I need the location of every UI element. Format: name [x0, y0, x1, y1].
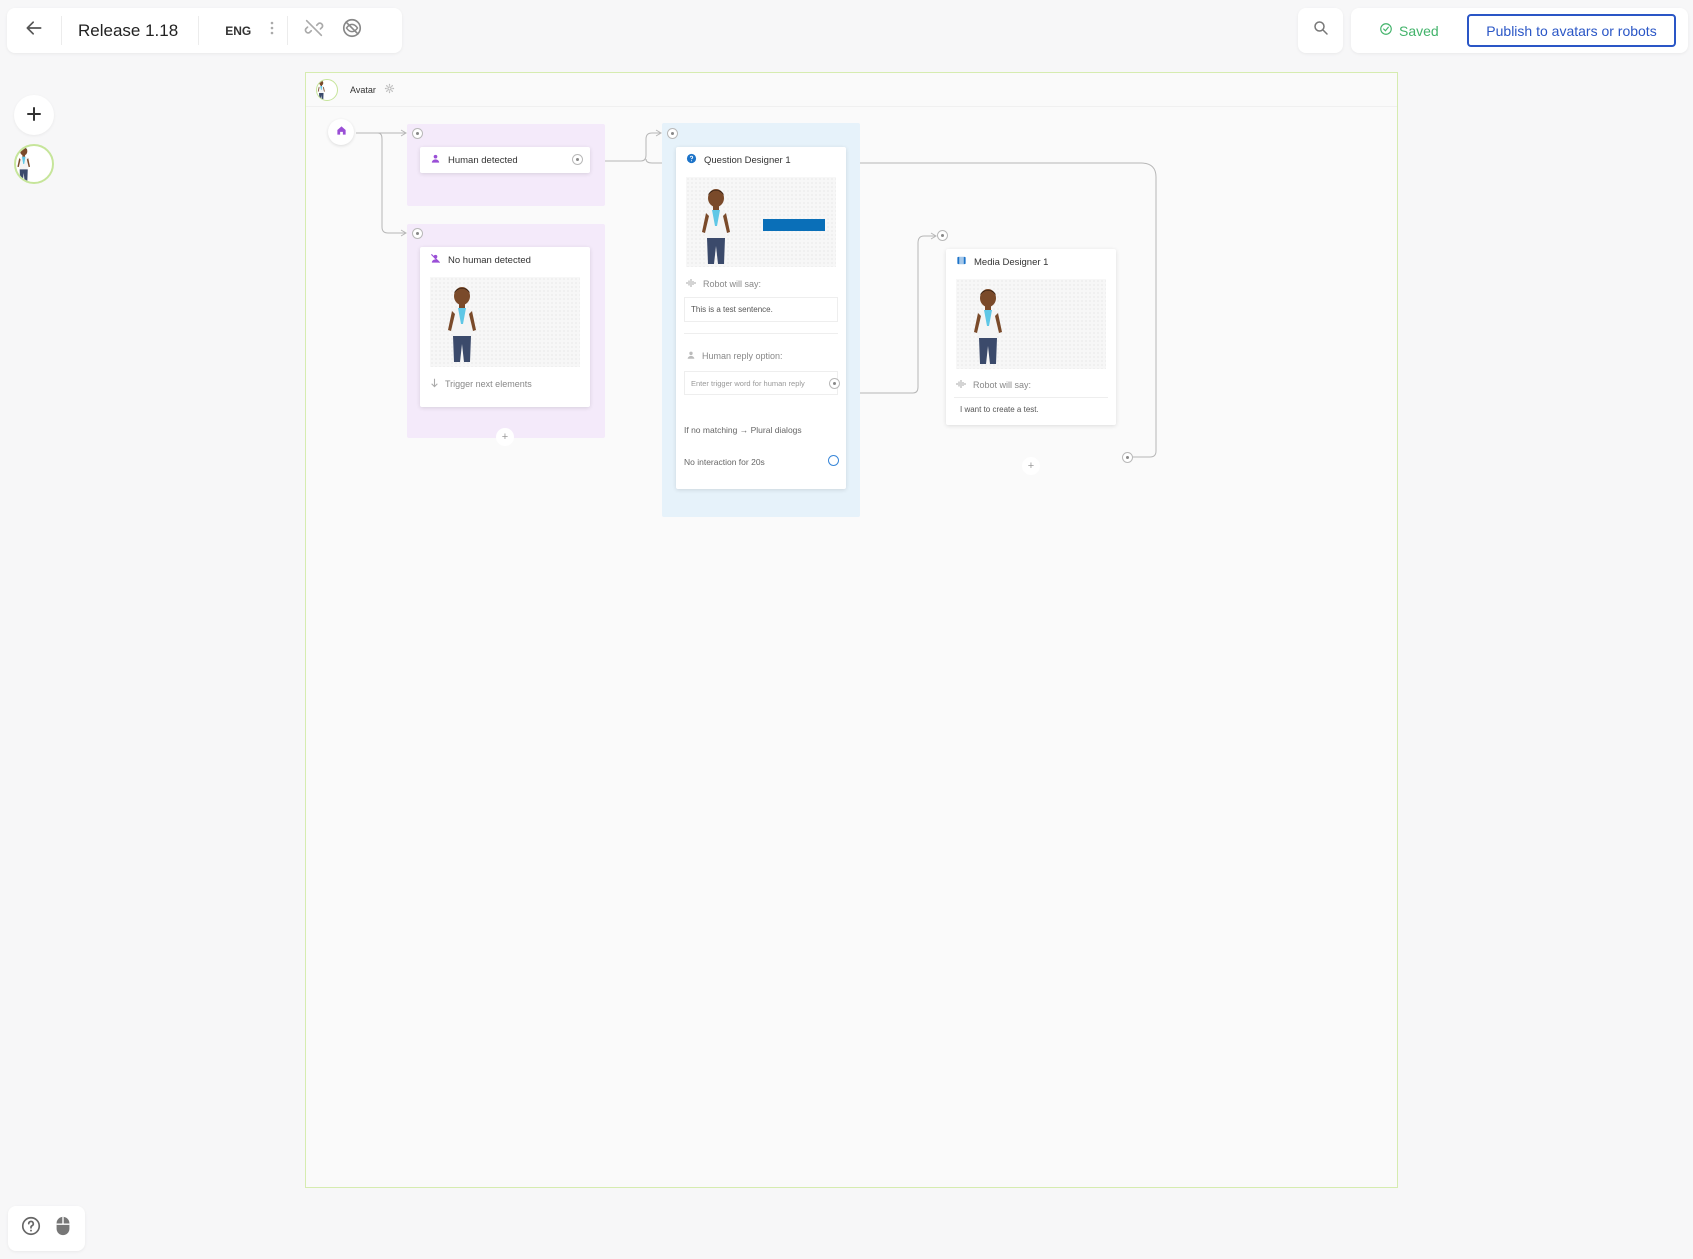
trigger-label: Trigger next elements: [445, 379, 532, 389]
divider: [287, 16, 289, 45]
arrow-down-icon: [430, 378, 439, 390]
flow-canvas[interactable]: Avatar Human detected No human detected …: [305, 72, 1398, 1188]
add-avatar-button[interactable]: [14, 95, 54, 135]
link-off-icon: [303, 17, 325, 44]
home-icon: [336, 123, 347, 141]
avatar-figure-icon: [968, 285, 1008, 367]
media-designer-card[interactable]: Media Designer 1 Robot will say: I want …: [946, 249, 1116, 425]
plus-icon: [26, 102, 42, 128]
arrow-left-icon: [24, 18, 44, 43]
card-title: Human detected: [448, 154, 518, 166]
input-port[interactable]: [937, 230, 948, 241]
card-title: Media Designer 1: [974, 256, 1049, 268]
visibility-off-button[interactable]: [334, 8, 370, 53]
label-text: Robot will say:: [973, 380, 1032, 390]
robot-text[interactable]: I want to create a test.: [954, 397, 1108, 421]
toolbar-right: Saved Publish to avatars or robots: [1351, 8, 1688, 53]
add-element-button[interactable]: +: [496, 428, 514, 446]
avatar-figure-icon: [442, 283, 482, 365]
avatar-preview: [956, 279, 1106, 369]
toolbar-left: Release 1.18 ENG: [7, 8, 402, 53]
save-status: Saved: [1351, 22, 1467, 39]
label-text: Human reply option:: [702, 351, 783, 361]
no-matching-label[interactable]: If no matching → Plural dialogs: [684, 425, 802, 435]
search-icon: [1312, 19, 1330, 42]
media-icon: [956, 255, 967, 269]
question-circle-icon: [686, 153, 697, 167]
robot-will-say-label: Robot will say:: [686, 278, 761, 290]
help-circle-icon[interactable]: [20, 1215, 42, 1242]
input-port[interactable]: [412, 228, 423, 239]
divider: [684, 333, 838, 334]
sound-wave-icon: [686, 278, 697, 290]
human-detected-card[interactable]: Human detected: [420, 147, 590, 173]
check-circle-icon: [1379, 22, 1393, 39]
project-title[interactable]: Release 1.18: [62, 21, 198, 41]
more-menu-button[interactable]: [257, 8, 287, 53]
no-interaction-label[interactable]: No interaction for 20s: [684, 457, 765, 467]
link-off-button[interactable]: [294, 8, 334, 53]
robot-will-say-label: Robot will say:: [956, 379, 1031, 391]
bottom-controls: [8, 1206, 85, 1251]
person-icon: [430, 153, 441, 167]
saved-label: Saved: [1399, 22, 1439, 39]
language-selector[interactable]: ENG: [199, 24, 257, 38]
avatar-figure-icon: [696, 185, 736, 267]
card-title: No human detected: [448, 254, 531, 266]
timeout-port[interactable]: [828, 455, 839, 466]
avatar-figure-icon: [16, 146, 52, 182]
input-port[interactable]: [667, 128, 678, 139]
avatar-thumbnail[interactable]: [14, 144, 54, 184]
output-port[interactable]: [572, 154, 583, 165]
preview-bar: [763, 219, 825, 231]
avatar-preview: [430, 277, 580, 367]
label-text: Robot will say:: [703, 279, 762, 289]
question-designer-card[interactable]: Question Designer 1 Robot will say: This…: [676, 147, 846, 489]
start-node[interactable]: [328, 119, 354, 145]
person-off-icon: [430, 253, 441, 267]
search-button[interactable]: [1298, 8, 1343, 53]
sound-wave-icon: [956, 379, 967, 391]
mouse-icon[interactable]: [53, 1215, 73, 1242]
output-port[interactable]: [1122, 452, 1133, 463]
eye-off-icon: [341, 17, 363, 44]
robot-text[interactable]: This is a test sentence.: [684, 297, 838, 322]
more-vertical-icon: [270, 21, 274, 40]
publish-button[interactable]: Publish to avatars or robots: [1467, 14, 1676, 47]
trigger-next-elements[interactable]: Trigger next elements: [430, 378, 532, 390]
back-button[interactable]: [7, 8, 61, 53]
add-element-button[interactable]: +: [1022, 457, 1040, 475]
input-port[interactable]: [412, 128, 423, 139]
output-port[interactable]: [829, 378, 840, 389]
card-title: Question Designer 1: [704, 154, 791, 166]
human-reply-label: Human reply option:: [686, 350, 783, 362]
no-human-detected-card[interactable]: No human detected Trigger next elements: [420, 247, 590, 407]
avatar-preview: [686, 177, 836, 267]
reply-input[interactable]: Enter trigger word for human reply: [684, 371, 838, 395]
person-icon: [686, 350, 696, 362]
